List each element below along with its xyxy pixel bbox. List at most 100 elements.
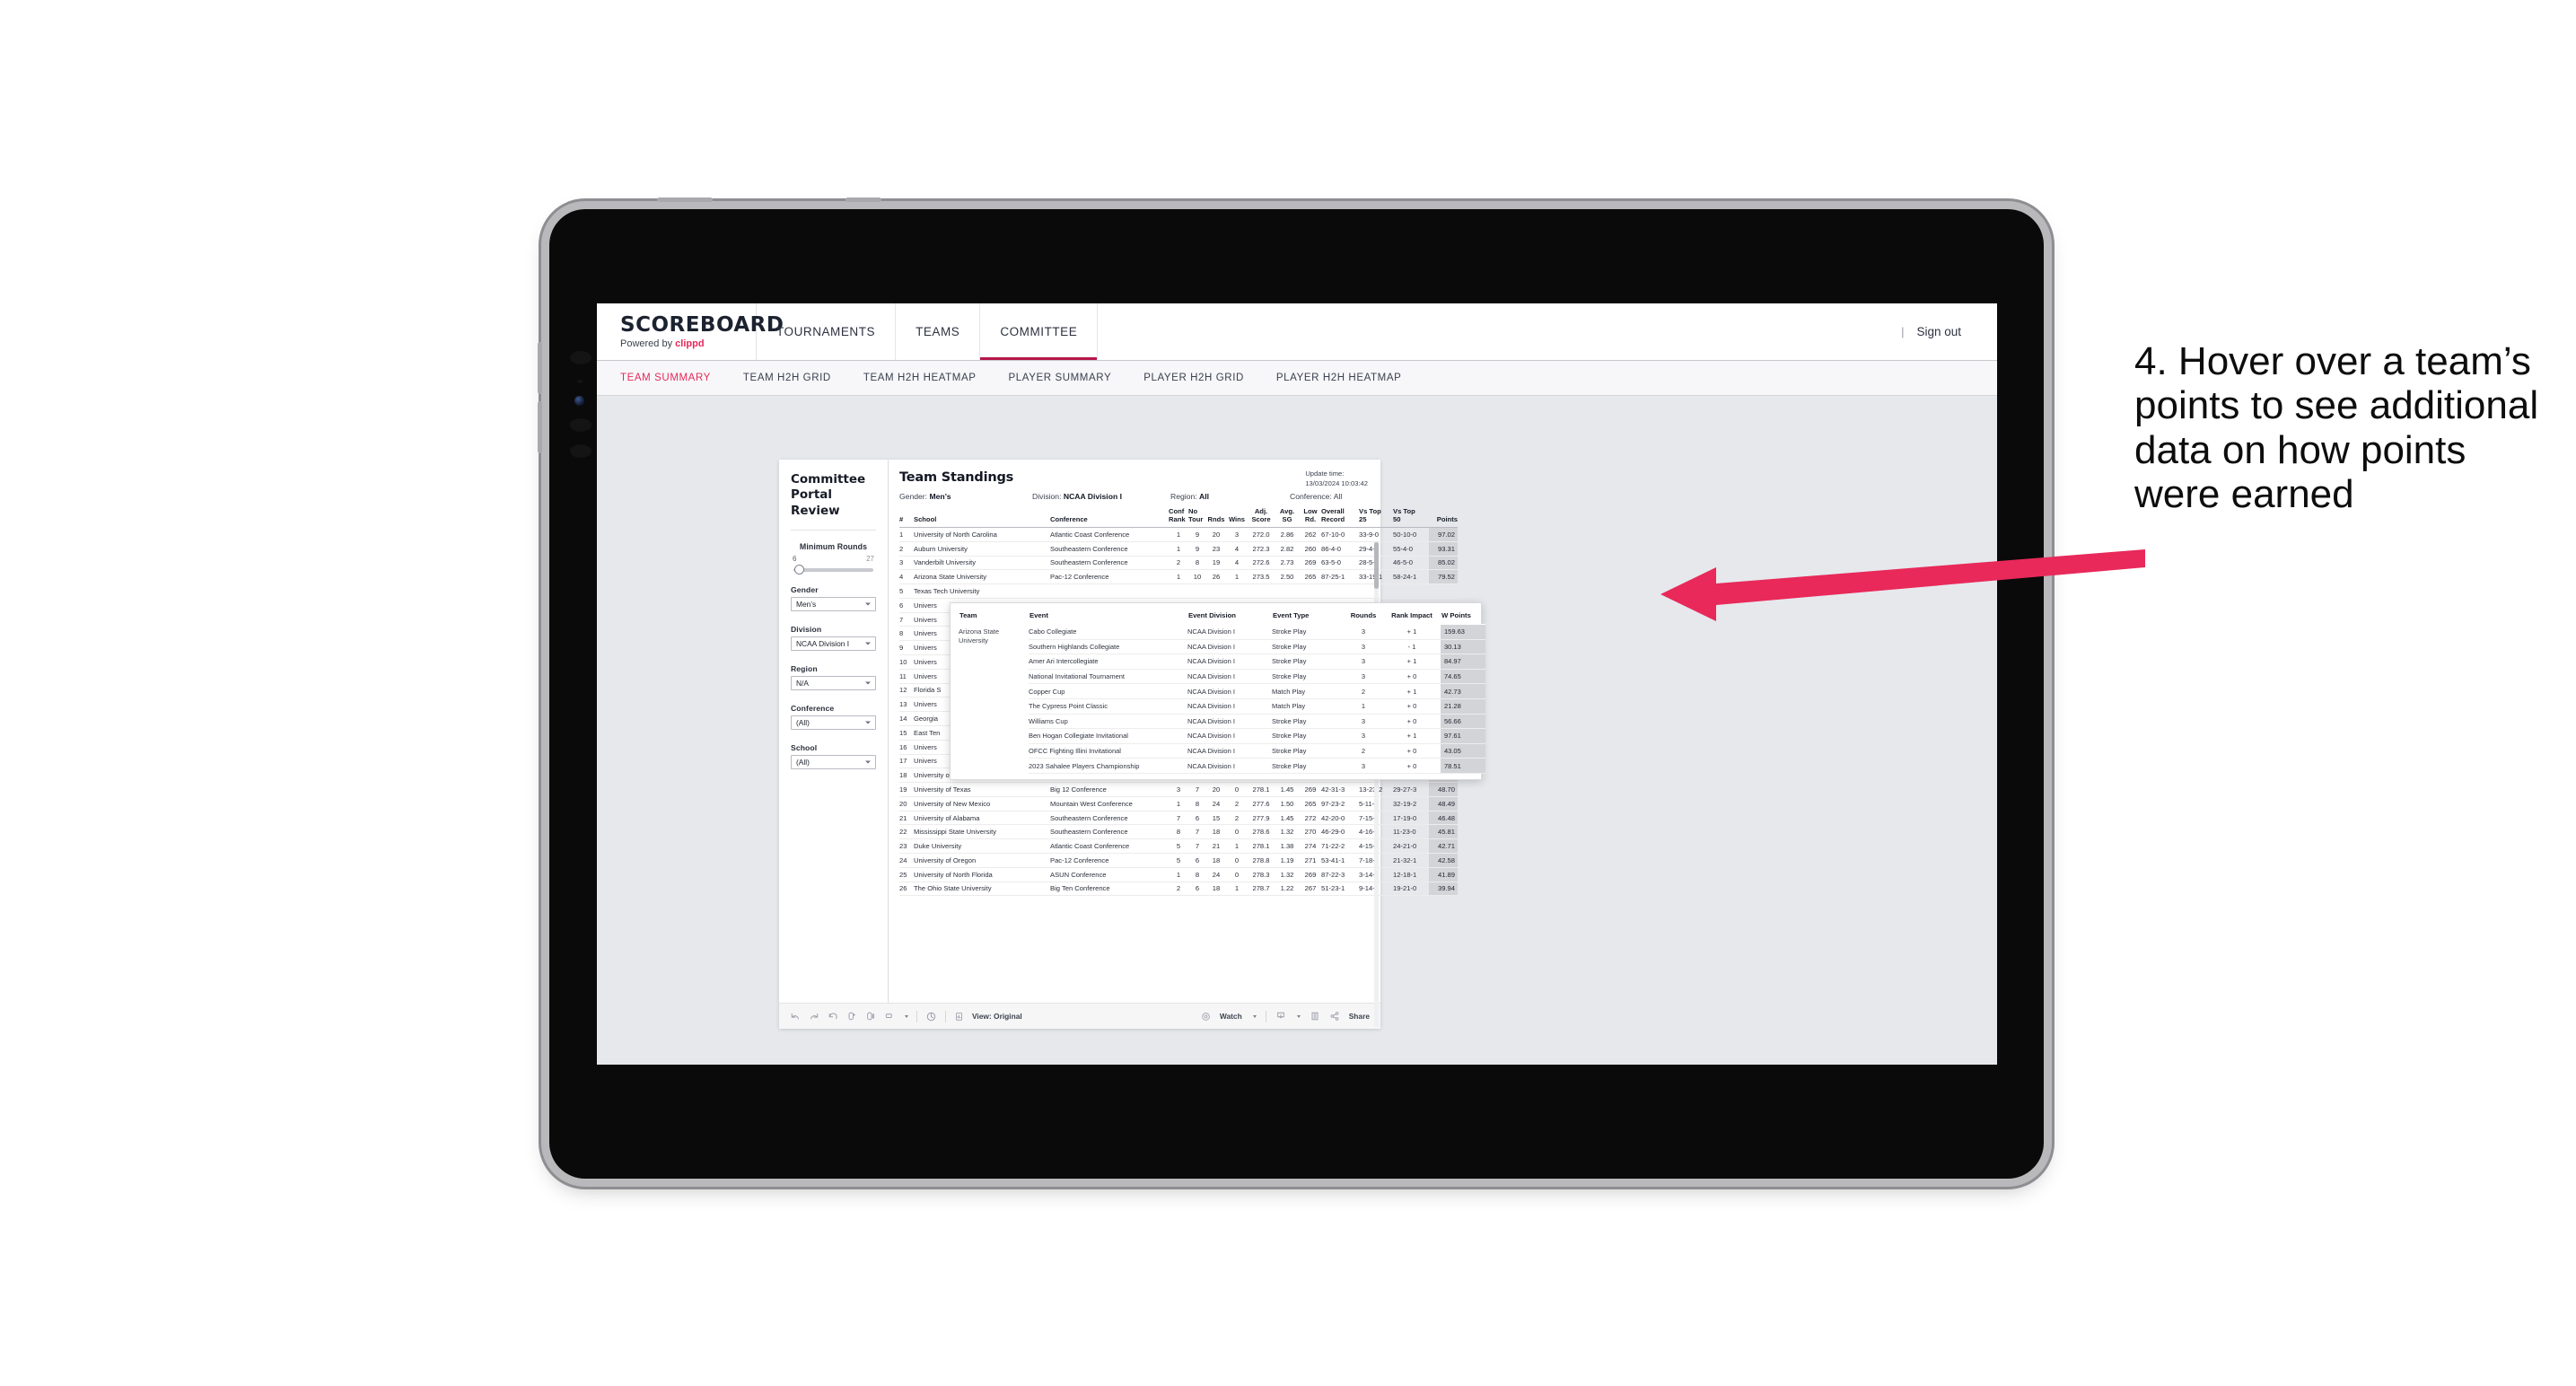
brand-logo[interactable]: SCOREBOARD Powered by clippd <box>597 303 784 360</box>
refresh-data-icon[interactable] <box>846 1011 857 1022</box>
volume-down-button[interactable] <box>538 401 542 453</box>
cell-points[interactable]: 39.94 <box>1429 882 1458 897</box>
view-original-label[interactable]: View: Original <box>972 1012 1022 1021</box>
tooltip-col-team: Team <box>959 610 1029 625</box>
cell-conf-rank: 1 <box>1169 796 1188 811</box>
cell-points[interactable]: 79.52 <box>1429 569 1458 585</box>
division-value: NCAA Division I <box>796 638 850 648</box>
cell-rank: 11 <box>899 669 914 684</box>
cell-points[interactable]: 46.48 <box>1429 811 1458 826</box>
subtab-player-h2h-heatmap[interactable]: PLAYER H2H HEATMAP <box>1276 373 1401 383</box>
subtab-player-summary[interactable]: PLAYER SUMMARY <box>1009 373 1112 383</box>
revert-icon[interactable] <box>828 1011 838 1022</box>
col-school[interactable]: School <box>914 508 1050 528</box>
share-label[interactable]: Share <box>1349 1012 1370 1021</box>
cell-rank: 4 <box>899 569 914 585</box>
cell-points[interactable]: 97.02 <box>1429 527 1458 542</box>
volume-up-button[interactable] <box>538 342 542 394</box>
cell-points[interactable]: 45.81 <box>1429 824 1458 840</box>
minimum-rounds-range: 6 27 <box>791 555 876 565</box>
cell-vs-top-50: 11-23-0 <box>1393 824 1429 840</box>
cell-avg-sg: 1.45 <box>1275 811 1300 826</box>
cell-points[interactable]: 48.70 <box>1429 782 1458 797</box>
watch-label[interactable]: Watch <box>1220 1012 1242 1021</box>
cell-low-rd <box>1300 583 1321 599</box>
col-vs-top-50[interactable]: Vs Top 50 <box>1393 507 1429 528</box>
cell-conference: Southeastern Conference <box>1050 541 1169 557</box>
download-icon[interactable] <box>1275 1011 1286 1022</box>
tooltip-cell-rank-impact: + 1 <box>1383 683 1441 699</box>
subtab-team-summary[interactable]: TEAM SUMMARY <box>620 373 711 383</box>
division-select[interactable]: NCAA Division I <box>791 636 876 651</box>
col-vs-top-25[interactable]: Vs Top 25 <box>1359 507 1393 528</box>
pause-data-icon[interactable] <box>865 1011 876 1022</box>
gender-select[interactable]: Men’s <box>791 596 876 611</box>
cell-no-tour: 10 <box>1188 569 1206 585</box>
subtab-team-h2h-grid[interactable]: TEAM H2H GRID <box>743 373 831 383</box>
col-conf-rank[interactable]: Conf Rank <box>1169 507 1188 528</box>
cell-rank: 14 <box>899 711 914 726</box>
col-wins[interactable]: Wins <box>1226 508 1248 528</box>
cell-points[interactable]: 42.58 <box>1429 853 1458 868</box>
cell-conf-rank: 5 <box>1169 838 1188 854</box>
table-row[interactable]: 1 University of North Carolina Atlantic Co… <box>899 527 1458 542</box>
col-overall-record[interactable]: Overall Record <box>1321 507 1359 528</box>
standings-scrollbar-thumb[interactable] <box>1374 542 1379 589</box>
tooltip-cell-event-division: NCAA Division I <box>1187 714 1272 730</box>
nav-tab-committee[interactable]: COMMITTEE <box>980 303 1099 360</box>
watch-icon[interactable] <box>1201 1012 1211 1022</box>
sign-out-button[interactable]: Sign out <box>1916 325 1961 338</box>
cell-points[interactable]: 48.49 <box>1429 796 1458 811</box>
watch-chevron-down-icon[interactable] <box>1252 1014 1257 1018</box>
col-rnds[interactable]: Rnds <box>1206 508 1226 528</box>
tooltip-cell-event: OFCC Fighting Illini Invitational <box>1029 743 1187 759</box>
subtab-team-h2h-heatmap[interactable]: TEAM H2H HEATMAP <box>863 373 977 383</box>
region-select[interactable]: N/A <box>791 675 876 690</box>
conference-label: Conference <box>791 703 835 713</box>
col-no-tour[interactable]: No Tour <box>1188 507 1206 528</box>
share-icon[interactable] <box>1329 1011 1340 1022</box>
col-points[interactable]: Points <box>1429 508 1458 528</box>
cell-avg-sg: 2.50 <box>1275 569 1300 585</box>
conference-select[interactable]: (All) <box>791 715 876 730</box>
cell-rnds <box>1206 583 1226 599</box>
highlight-icon[interactable] <box>884 1011 895 1022</box>
cell-points[interactable] <box>1429 583 1458 599</box>
cell-rank: 10 <box>899 654 914 670</box>
school-select[interactable]: (All) <box>791 754 876 769</box>
tooltip-cell-w-points: 78.51 <box>1441 758 1485 774</box>
cell-points[interactable]: 93.31 <box>1429 541 1458 557</box>
cell-conference: Atlantic Coast Conference <box>1050 527 1169 542</box>
subtab-player-h2h-grid[interactable]: PLAYER H2H GRID <box>1143 373 1244 383</box>
pan-zoom-icon[interactable] <box>925 1011 937 1022</box>
redo-icon[interactable] <box>809 1011 819 1022</box>
toolbar-divider-1 <box>916 1010 917 1022</box>
gender-label: Gender <box>791 584 819 594</box>
col-low-rd[interactable]: Low Rd. <box>1300 507 1321 528</box>
minimum-rounds-slider[interactable] <box>793 564 873 575</box>
front-camera-icon <box>574 396 584 406</box>
tooltip-row: National Invitational Tournament NCAA Div… <box>959 669 1485 685</box>
col-rank[interactable]: # <box>899 508 914 528</box>
undo-icon[interactable] <box>790 1011 801 1022</box>
fullscreen-icon[interactable] <box>1310 1011 1320 1022</box>
cell-avg-sg: 2.73 <box>1275 556 1300 571</box>
col-adj-score[interactable]: Adj. Score <box>1248 507 1275 528</box>
criteria-region-label: Region: <box>1170 492 1200 501</box>
highlight-chevron-down-icon[interactable] <box>905 1014 908 1018</box>
view-original-icon[interactable] <box>954 1012 964 1022</box>
col-avg-sg[interactable]: Avg. SG <box>1275 507 1300 528</box>
download-chevron-down-icon[interactable] <box>1296 1014 1301 1018</box>
nav-tab-teams[interactable]: TEAMS <box>896 303 981 360</box>
cell-points[interactable]: 41.89 <box>1429 867 1458 882</box>
cell-points[interactable]: 85.02 <box>1429 556 1458 571</box>
minimum-rounds-slider-handle[interactable] <box>794 564 804 575</box>
col-conference[interactable]: Conference <box>1050 508 1169 528</box>
power-button[interactable] <box>657 197 713 202</box>
tooltip-cell-event: 2023 Sahalee Players Championship <box>1029 758 1187 774</box>
cell-vs-top-50: 21-32-1 <box>1393 853 1429 868</box>
nav-tab-tournaments[interactable]: TOURNAMENTS <box>757 303 897 360</box>
cell-wins: 0 <box>1226 867 1248 882</box>
cell-points[interactable]: 42.71 <box>1429 838 1458 854</box>
cell-conference: Big Ten Conference <box>1050 882 1169 897</box>
